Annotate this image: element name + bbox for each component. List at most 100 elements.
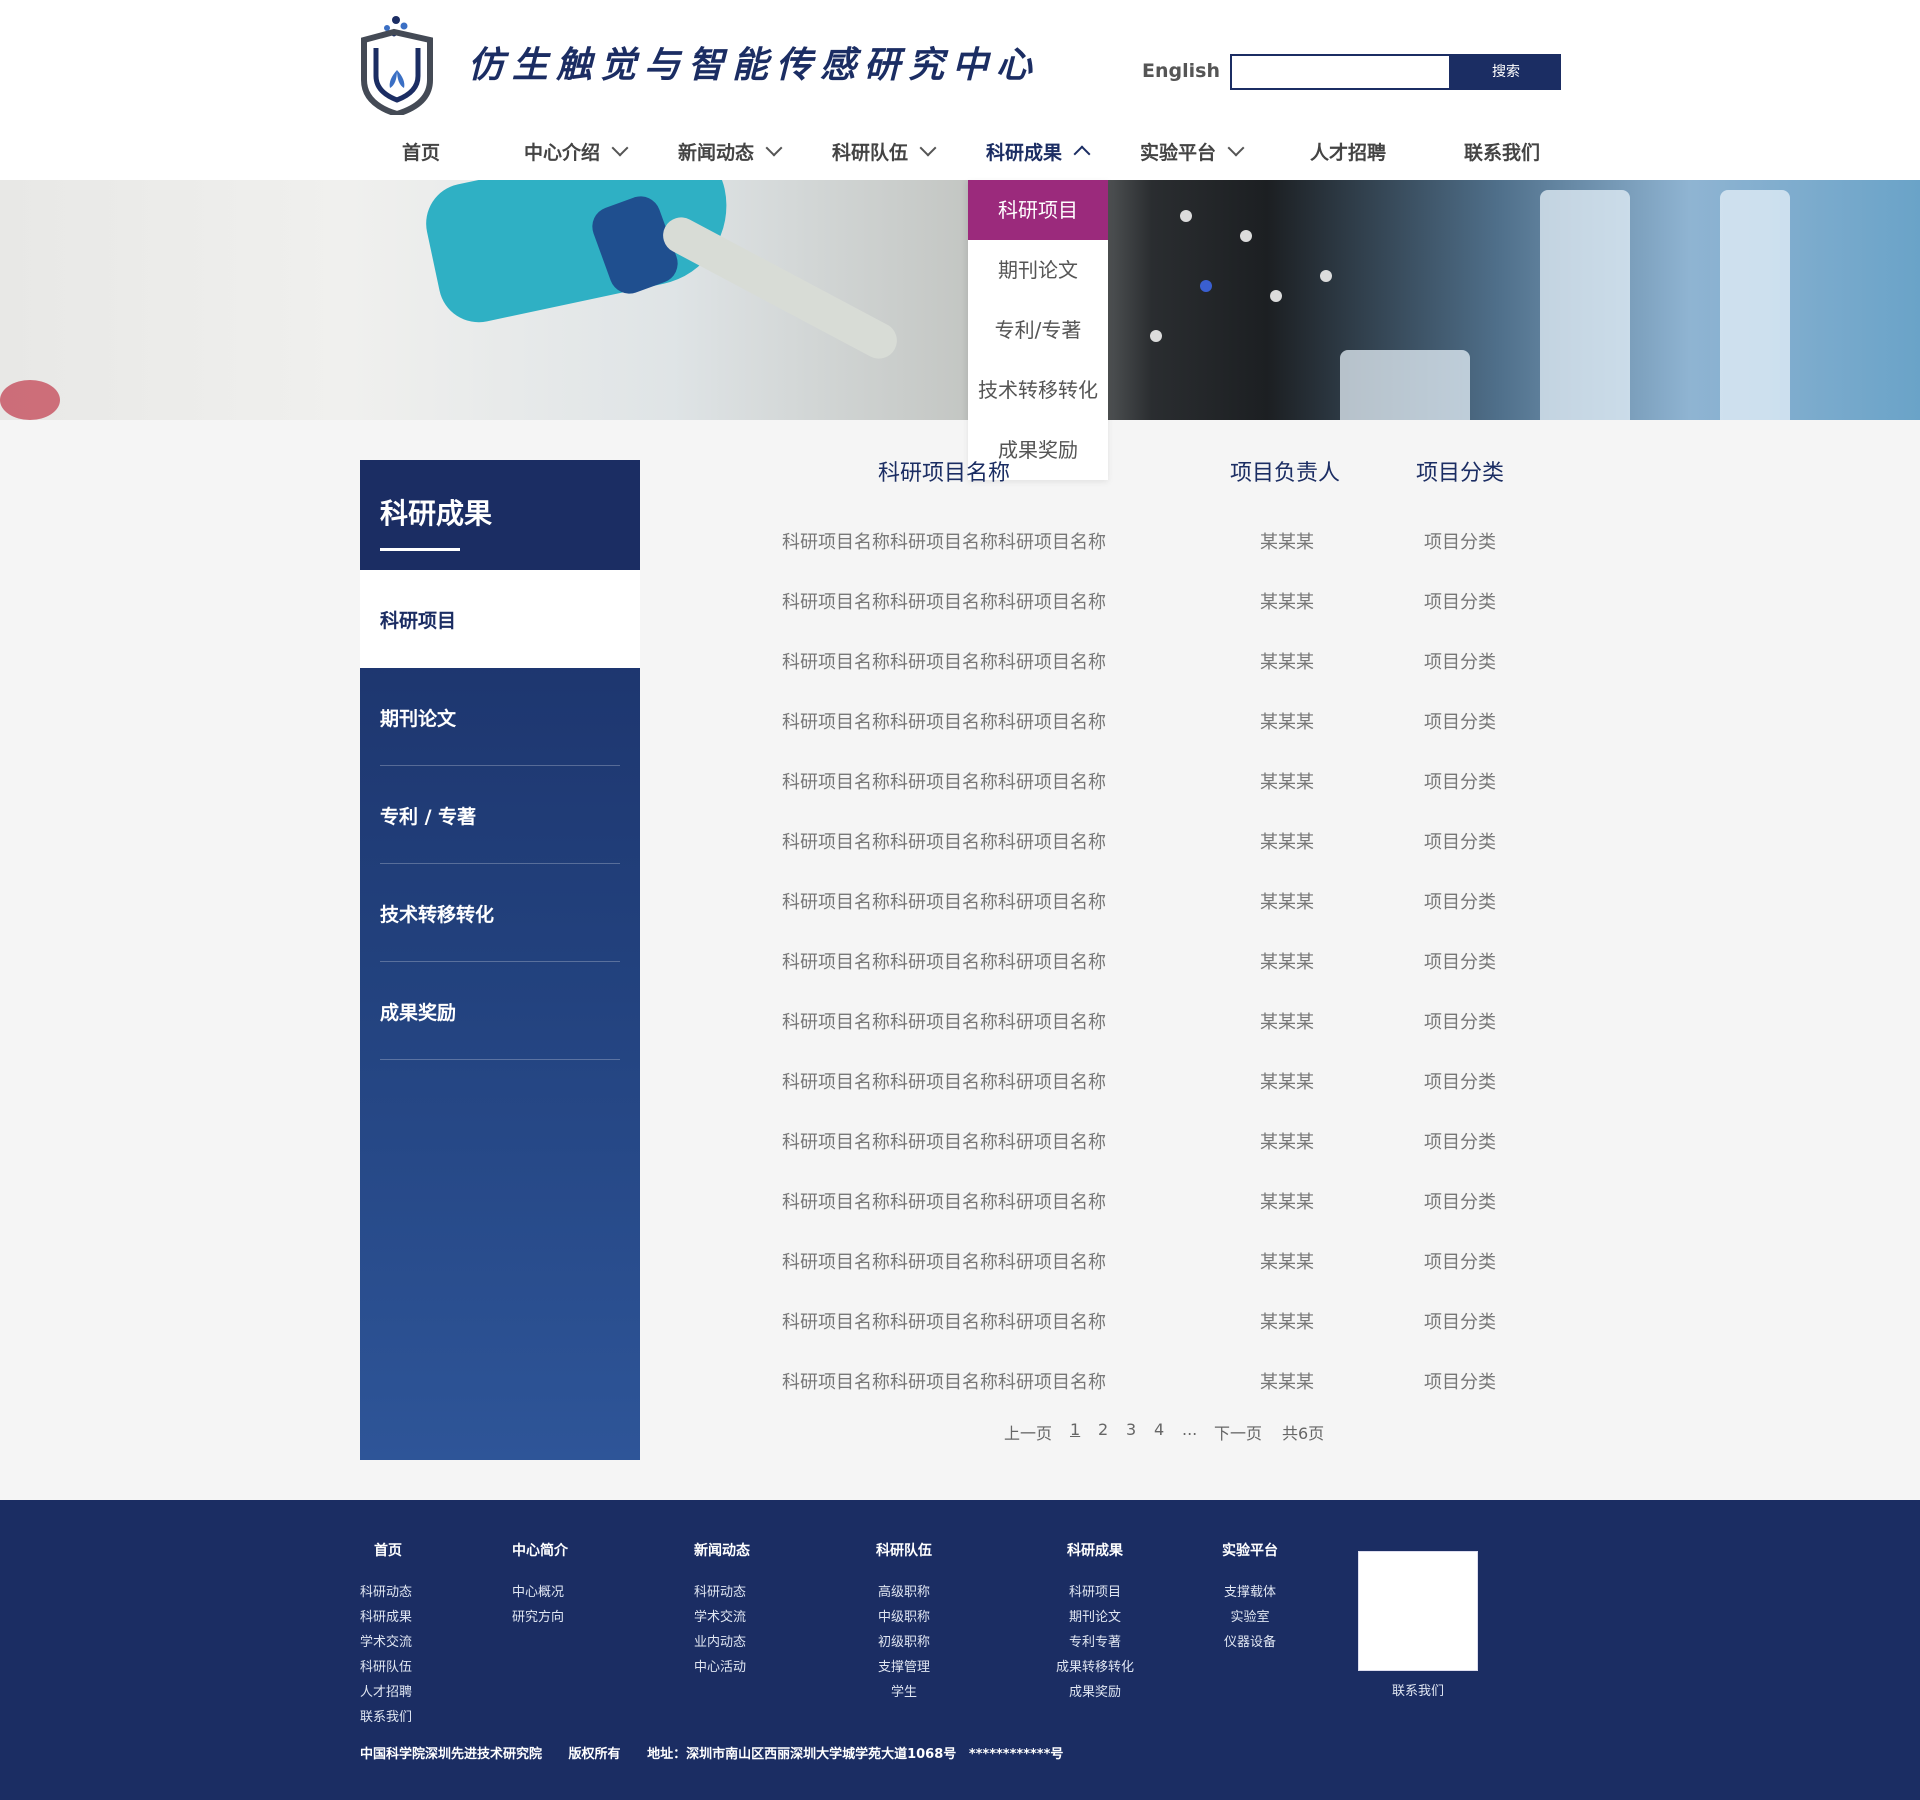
- footer-link[interactable]: 支撑管理: [876, 1655, 932, 1680]
- cell-project-name[interactable]: 科研项目名称科研项目名称科研项目名称: [782, 588, 1106, 614]
- footer-column-heading[interactable]: 实验平台: [1222, 1540, 1278, 1560]
- footer-link[interactable]: 期刊论文: [1056, 1605, 1134, 1630]
- footer-column-heading[interactable]: 科研队伍: [876, 1540, 932, 1560]
- footer-link[interactable]: 高级职称: [876, 1580, 932, 1605]
- footer-column: 新闻动态科研动态 学术交流 业内动态 中心活动: [694, 1540, 750, 1680]
- dropdown-item-tech-transfer[interactable]: 技术转移转化: [968, 360, 1108, 420]
- cell-project-name[interactable]: 科研项目名称科研项目名称科研项目名称: [782, 528, 1106, 554]
- nav-item-contact[interactable]: 联系我们: [1464, 130, 1540, 172]
- table-row[interactable]: 科研项目名称科研项目名称科研项目名称 某某某 项目分类: [760, 528, 1560, 588]
- cell-leader: 某某某: [1260, 712, 1314, 733]
- footer-link[interactable]: 科研成果: [360, 1605, 412, 1630]
- footer-link[interactable]: 科研动态: [694, 1580, 750, 1605]
- cell-project-name[interactable]: 科研项目名称科研项目名称科研项目名称: [782, 1308, 1106, 1334]
- pagination-page[interactable]: 4: [1154, 1420, 1164, 1439]
- footer-link[interactable]: 研究方向: [512, 1605, 568, 1630]
- cell-project-name[interactable]: 科研项目名称科研项目名称科研项目名称: [782, 1008, 1106, 1034]
- cell-project-name[interactable]: 科研项目名称科研项目名称科研项目名称: [782, 1068, 1106, 1094]
- footer-link[interactable]: 专利专著: [1056, 1630, 1134, 1655]
- table-row[interactable]: 科研项目名称科研项目名称科研项目名称 某某某 项目分类: [760, 948, 1560, 1008]
- search-input[interactable]: [1230, 54, 1451, 90]
- footer-link[interactable]: 中心活动: [694, 1655, 750, 1680]
- banner-red-shape: [0, 380, 60, 420]
- footer-link[interactable]: 人才招聘: [360, 1680, 412, 1705]
- pagination-prev[interactable]: 上一页: [1004, 1420, 1052, 1444]
- site-title: 仿生触觉与智能传感研究中心: [468, 44, 1041, 86]
- pagination-page[interactable]: 2: [1098, 1420, 1108, 1439]
- nav-item-news[interactable]: 新闻动态: [678, 130, 783, 172]
- footer-link[interactable]: 初级职称: [876, 1630, 932, 1655]
- footer-link[interactable]: 业内动态: [694, 1630, 750, 1655]
- english-link[interactable]: English: [1142, 60, 1220, 82]
- chevron-up-icon: [1073, 145, 1091, 163]
- pagination-page[interactable]: 3: [1126, 1420, 1136, 1439]
- sidebar-item-projects[interactable]: 科研项目: [360, 570, 640, 668]
- table-row[interactable]: 科研项目名称科研项目名称科研项目名称 某某某 项目分类: [760, 828, 1560, 888]
- cell-project-name[interactable]: 科研项目名称科研项目名称科研项目名称: [782, 1368, 1106, 1394]
- nav-item-home[interactable]: 首页: [402, 130, 440, 172]
- footer-link[interactable]: 中级职称: [876, 1605, 932, 1630]
- sidebar-item-awards[interactable]: 成果奖励: [360, 962, 640, 1060]
- footer-link[interactable]: 实验室: [1222, 1605, 1278, 1630]
- footer-link[interactable]: 学术交流: [360, 1630, 412, 1655]
- footer-link[interactable]: 联系我们: [360, 1705, 412, 1730]
- pagination-page[interactable]: 1: [1070, 1420, 1080, 1439]
- nav-item-recruitment[interactable]: 人才招聘: [1310, 130, 1386, 172]
- footer-column-heading[interactable]: 中心简介: [512, 1540, 568, 1560]
- cell-project-name[interactable]: 科研项目名称科研项目名称科研项目名称: [782, 1128, 1106, 1154]
- dropdown-item-papers[interactable]: 期刊论文: [968, 240, 1108, 300]
- footer-link[interactable]: 成果奖励: [1056, 1680, 1134, 1705]
- cell-category: 项目分类: [1424, 532, 1496, 553]
- footer-column-heading[interactable]: 首页: [360, 1540, 412, 1560]
- cell-project-name[interactable]: 科研项目名称科研项目名称科研项目名称: [782, 768, 1106, 794]
- cell-project-name[interactable]: 科研项目名称科研项目名称科研项目名称: [782, 1248, 1106, 1274]
- nav-item-lab-platform[interactable]: 实验平台: [1140, 130, 1245, 172]
- table-row[interactable]: 科研项目名称科研项目名称科研项目名称 某某某 项目分类: [760, 648, 1560, 708]
- footer-link[interactable]: 中心概况: [512, 1580, 568, 1605]
- logo-icon[interactable]: [360, 14, 435, 115]
- hero-banner: [0, 180, 1920, 420]
- cell-project-name[interactable]: 科研项目名称科研项目名称科研项目名称: [782, 888, 1106, 914]
- footer-column-heading[interactable]: 科研成果: [1056, 1540, 1134, 1560]
- footer-link[interactable]: 支撑载体: [1222, 1580, 1278, 1605]
- table-row[interactable]: 科研项目名称科研项目名称科研项目名称 某某某 项目分类: [760, 1188, 1560, 1248]
- nav-item-team[interactable]: 科研队伍: [832, 130, 937, 172]
- table-row[interactable]: 科研项目名称科研项目名称科研项目名称 某某某 项目分类: [760, 1128, 1560, 1188]
- nav-item-achievements[interactable]: 科研成果: [986, 130, 1091, 172]
- cell-leader: 某某某: [1260, 1132, 1314, 1153]
- table-row[interactable]: 科研项目名称科研项目名称科研项目名称 某某某 项目分类: [760, 1008, 1560, 1068]
- pagination-next[interactable]: 下一页: [1214, 1420, 1262, 1444]
- cell-project-name[interactable]: 科研项目名称科研项目名称科研项目名称: [782, 648, 1106, 674]
- footer-link[interactable]: 科研动态: [360, 1580, 412, 1605]
- nav-item-about[interactable]: 中心介绍: [524, 130, 629, 172]
- footer-link[interactable]: 仪器设备: [1222, 1630, 1278, 1655]
- nav-label: 联系我们: [1464, 141, 1541, 164]
- footer-link[interactable]: 学生: [876, 1680, 932, 1705]
- table-row[interactable]: 科研项目名称科研项目名称科研项目名称 某某某 项目分类: [760, 888, 1560, 948]
- table-row[interactable]: 科研项目名称科研项目名称科研项目名称 某某某 项目分类: [760, 768, 1560, 828]
- dropdown-item-patents[interactable]: 专利/专著: [968, 300, 1108, 360]
- cell-project-name[interactable]: 科研项目名称科研项目名称科研项目名称: [782, 1188, 1106, 1214]
- search-button[interactable]: 搜索: [1451, 54, 1561, 90]
- cell-project-name[interactable]: 科研项目名称科研项目名称科研项目名称: [782, 948, 1106, 974]
- footer-link[interactable]: 学术交流: [694, 1605, 750, 1630]
- sidebar-item-papers[interactable]: 期刊论文: [360, 668, 640, 766]
- footer-column: 实验平台支撑载体 实验室 仪器设备: [1222, 1540, 1278, 1655]
- footer-link[interactable]: 成果转移转化: [1056, 1655, 1134, 1680]
- table-row[interactable]: 科研项目名称科研项目名称科研项目名称 某某某 项目分类: [760, 708, 1560, 768]
- pagination-ellipsis: ...: [1182, 1420, 1198, 1439]
- cell-project-name[interactable]: 科研项目名称科研项目名称科研项目名称: [782, 708, 1106, 734]
- footer-link[interactable]: 科研项目: [1056, 1580, 1134, 1605]
- table-row[interactable]: 科研项目名称科研项目名称科研项目名称 某某某 项目分类: [760, 1368, 1560, 1428]
- dropdown-item-projects[interactable]: 科研项目: [968, 180, 1108, 240]
- footer-column-heading[interactable]: 新闻动态: [694, 1540, 750, 1560]
- table-row[interactable]: 科研项目名称科研项目名称科研项目名称 某某某 项目分类: [760, 1068, 1560, 1128]
- table-row[interactable]: 科研项目名称科研项目名称科研项目名称 某某某 项目分类: [760, 1248, 1560, 1308]
- footer-link[interactable]: 科研队伍: [360, 1655, 412, 1680]
- cell-leader: 某某某: [1260, 1072, 1314, 1093]
- cell-project-name[interactable]: 科研项目名称科研项目名称科研项目名称: [782, 828, 1106, 854]
- sidebar-item-tech-transfer[interactable]: 技术转移转化: [360, 864, 640, 962]
- table-row[interactable]: 科研项目名称科研项目名称科研项目名称 某某某 项目分类: [760, 588, 1560, 648]
- table-row[interactable]: 科研项目名称科研项目名称科研项目名称 某某某 项目分类: [760, 1308, 1560, 1368]
- sidebar-item-patents[interactable]: 专利 / 专著: [360, 766, 640, 864]
